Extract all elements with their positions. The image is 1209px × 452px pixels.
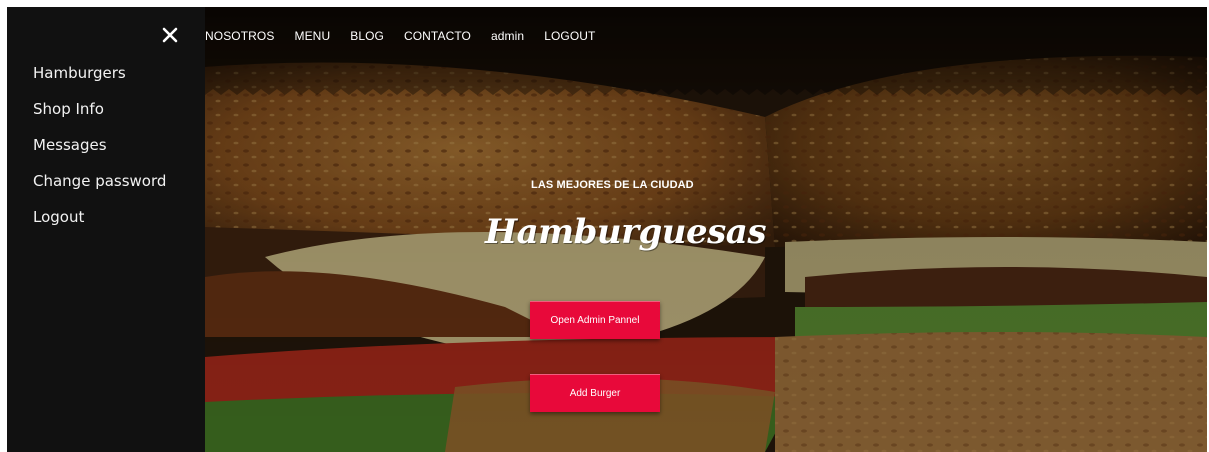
app-frame: Hamburgers Shop Info Messages Change pas…	[7, 7, 1207, 452]
close-sidebar-button[interactable]	[162, 27, 182, 47]
sidebar-menu: Hamburgers Shop Info Messages Change pas…	[33, 62, 166, 242]
sidebar-item-hamburgers[interactable]: Hamburgers	[33, 62, 166, 98]
hero-title: Hamburguesas	[485, 212, 766, 252]
sidebar-item-logout[interactable]: Logout	[33, 206, 166, 242]
hero-section: NOSOTROS MENU BLOG CONTACTO admin LOGOUT…	[205, 7, 1207, 452]
add-burger-button[interactable]: Add Burger	[530, 374, 660, 412]
sidebar: Hamburgers Shop Info Messages Change pas…	[7, 7, 205, 452]
sidebar-item-messages[interactable]: Messages	[33, 134, 166, 170]
sidebar-item-shop-info[interactable]: Shop Info	[33, 98, 166, 134]
hero-content: LAS MEJORES DE LA CIUDAD Hamburguesas Op…	[205, 7, 1207, 452]
open-admin-panel-button[interactable]: Open Admin Pannel	[530, 301, 660, 339]
sidebar-item-change-password[interactable]: Change password	[33, 170, 166, 206]
hero-subtitle: LAS MEJORES DE LA CIUDAD	[531, 179, 694, 191]
close-icon	[162, 27, 178, 43]
